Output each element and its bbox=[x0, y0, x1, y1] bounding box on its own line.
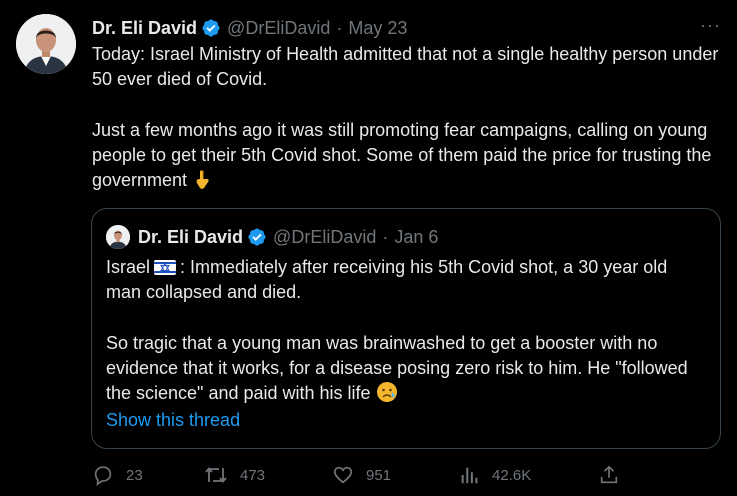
israel-flag-icon bbox=[154, 260, 177, 275]
quoted-paragraph-2: So tragic that a young man was brainwash… bbox=[106, 331, 706, 406]
tweet-body: Today: Israel Ministry of Health admitte… bbox=[92, 42, 724, 193]
retweet-icon bbox=[205, 467, 227, 483]
tweet-paragraph-2: Just a few months ago it was still promo… bbox=[92, 118, 724, 193]
quoted-line1-start: Israel bbox=[106, 257, 151, 277]
author-avatar[interactable] bbox=[16, 14, 76, 74]
like-button[interactable]: 951 bbox=[332, 464, 391, 486]
quoted-tweet-date: Jan 6 bbox=[394, 226, 439, 247]
action-bar: 23 473 951 42.6K bbox=[92, 464, 632, 494]
more-options-icon[interactable]: ··· bbox=[700, 15, 721, 36]
author-name[interactable]: Dr. Eli David bbox=[92, 18, 197, 39]
quoted-header-separator: · bbox=[382, 226, 389, 247]
reply-count: 23 bbox=[126, 466, 143, 484]
reply-button[interactable]: 23 bbox=[92, 464, 143, 486]
view-count: 42.6K bbox=[492, 466, 532, 484]
views-button[interactable]: 42.6K bbox=[458, 464, 531, 486]
quoted-line1-rest: : Immediately after receiving his 5th Co… bbox=[106, 257, 668, 302]
heart-icon bbox=[333, 466, 353, 484]
pointing-down-emoji-icon bbox=[196, 170, 209, 189]
author-handle[interactable]: @DrEliDavid bbox=[227, 18, 330, 39]
quoted-author-avatar bbox=[106, 225, 130, 249]
quoted-paragraph-1: Israel: Immediately after receiving his … bbox=[106, 255, 706, 305]
tweet-header: Dr. Eli David @DrEliDavid · May 23 ··· bbox=[92, 15, 721, 41]
tweet-date[interactable]: May 23 bbox=[348, 18, 407, 39]
quoted-verified-badge-icon bbox=[248, 228, 266, 246]
quoted-tweet[interactable]: Dr. Eli David @DrEliDavid · Jan 6 Israel… bbox=[91, 208, 721, 449]
share-button[interactable] bbox=[598, 464, 632, 486]
quoted-tweet-header: Dr. Eli David @DrEliDavid · Jan 6 bbox=[106, 223, 438, 251]
quoted-author-name: Dr. Eli David bbox=[138, 226, 244, 247]
tweet-paragraph-2-text: Just a few months ago it was still promo… bbox=[92, 120, 712, 190]
header-separator: · bbox=[336, 17, 343, 38]
tweet-paragraph-1: Today: Israel Ministry of Health admitte… bbox=[92, 44, 719, 89]
crying-face-emoji-icon bbox=[376, 382, 397, 402]
reply-icon bbox=[94, 466, 112, 486]
like-count: 951 bbox=[366, 466, 392, 484]
retweet-count: 473 bbox=[240, 466, 266, 484]
show-thread-link[interactable]: Show this thread bbox=[106, 410, 240, 431]
views-bar-chart-icon bbox=[461, 467, 478, 484]
quoted-author-handle: @DrEliDavid bbox=[273, 226, 377, 247]
verified-badge-icon bbox=[202, 19, 220, 37]
retweet-button[interactable]: 473 bbox=[204, 464, 265, 486]
share-icon bbox=[600, 465, 618, 484]
quoted-tweet-body: Israel: Immediately after receiving his … bbox=[106, 255, 706, 406]
